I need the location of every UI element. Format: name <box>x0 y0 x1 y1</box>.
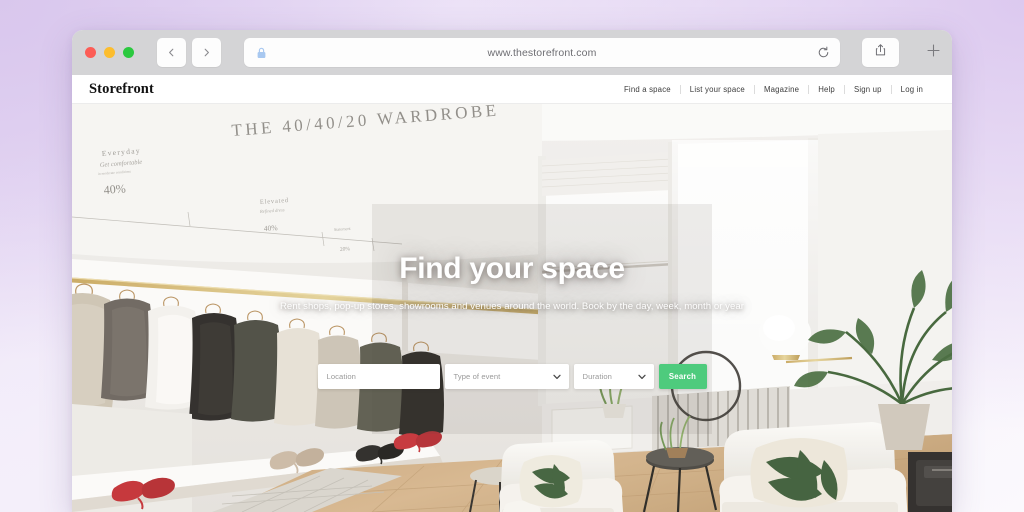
nav-item-magazine[interactable]: Magazine <box>755 85 808 94</box>
nav-item-help[interactable]: Help <box>809 85 844 94</box>
lock-icon <box>256 47 267 59</box>
nav-item-sign-up[interactable]: Sign up <box>845 85 891 94</box>
chevron-down-icon <box>637 374 646 380</box>
search-button[interactable]: Search <box>658 364 707 389</box>
chevron-down-icon <box>552 374 561 380</box>
share-button[interactable] <box>862 38 899 67</box>
new-tab-button[interactable] <box>914 30 952 75</box>
forward-button[interactable] <box>192 38 221 67</box>
hero-subtitle: Rent shops, pop-up stores, showrooms and… <box>279 301 745 312</box>
share-icon <box>874 43 887 62</box>
hero-section: THE 40/40/20 WARDROBE Everyday Get comfo… <box>72 104 952 512</box>
chevron-left-icon <box>166 47 177 58</box>
back-button[interactable] <box>157 38 186 67</box>
window-controls <box>85 47 134 58</box>
maximize-window-button[interactable] <box>123 47 134 58</box>
nav-item-find-a-space[interactable]: Find a space <box>615 85 680 94</box>
address-bar[interactable]: www.thestorefront.com <box>244 38 840 67</box>
browser-window: www.thestorefront.com Storefront Find a … <box>72 30 952 512</box>
url-text: www.thestorefront.com <box>487 46 597 59</box>
site-logo[interactable]: Storefront <box>89 81 154 98</box>
hero-title: Find your space <box>399 252 625 285</box>
nav-item-log-in[interactable]: Log in <box>892 85 932 94</box>
location-placeholder: Location <box>326 372 357 381</box>
minimize-window-button[interactable] <box>104 47 115 58</box>
hero-content: Find your space Rent shops, pop-up store… <box>72 252 952 312</box>
duration-select[interactable]: Duration <box>573 364 654 389</box>
chevron-right-icon <box>201 47 212 58</box>
event-type-select[interactable]: Type of event <box>444 364 569 389</box>
reload-icon[interactable] <box>817 46 830 59</box>
nav-item-list-your-space[interactable]: List your space <box>681 85 754 94</box>
main-navigation: Find a space List your space Magazine He… <box>615 84 932 94</box>
search-form: Location Type of event Duration Search <box>72 364 952 389</box>
browser-toolbar: www.thestorefront.com <box>72 30 952 75</box>
event-type-value: Type of event <box>453 372 501 381</box>
duration-value: Duration <box>582 372 613 381</box>
location-input[interactable]: Location <box>317 364 440 389</box>
plus-icon <box>926 43 941 63</box>
navigation-buttons <box>157 38 221 67</box>
site-header: Storefront Find a space List your space … <box>72 75 952 104</box>
close-window-button[interactable] <box>85 47 96 58</box>
